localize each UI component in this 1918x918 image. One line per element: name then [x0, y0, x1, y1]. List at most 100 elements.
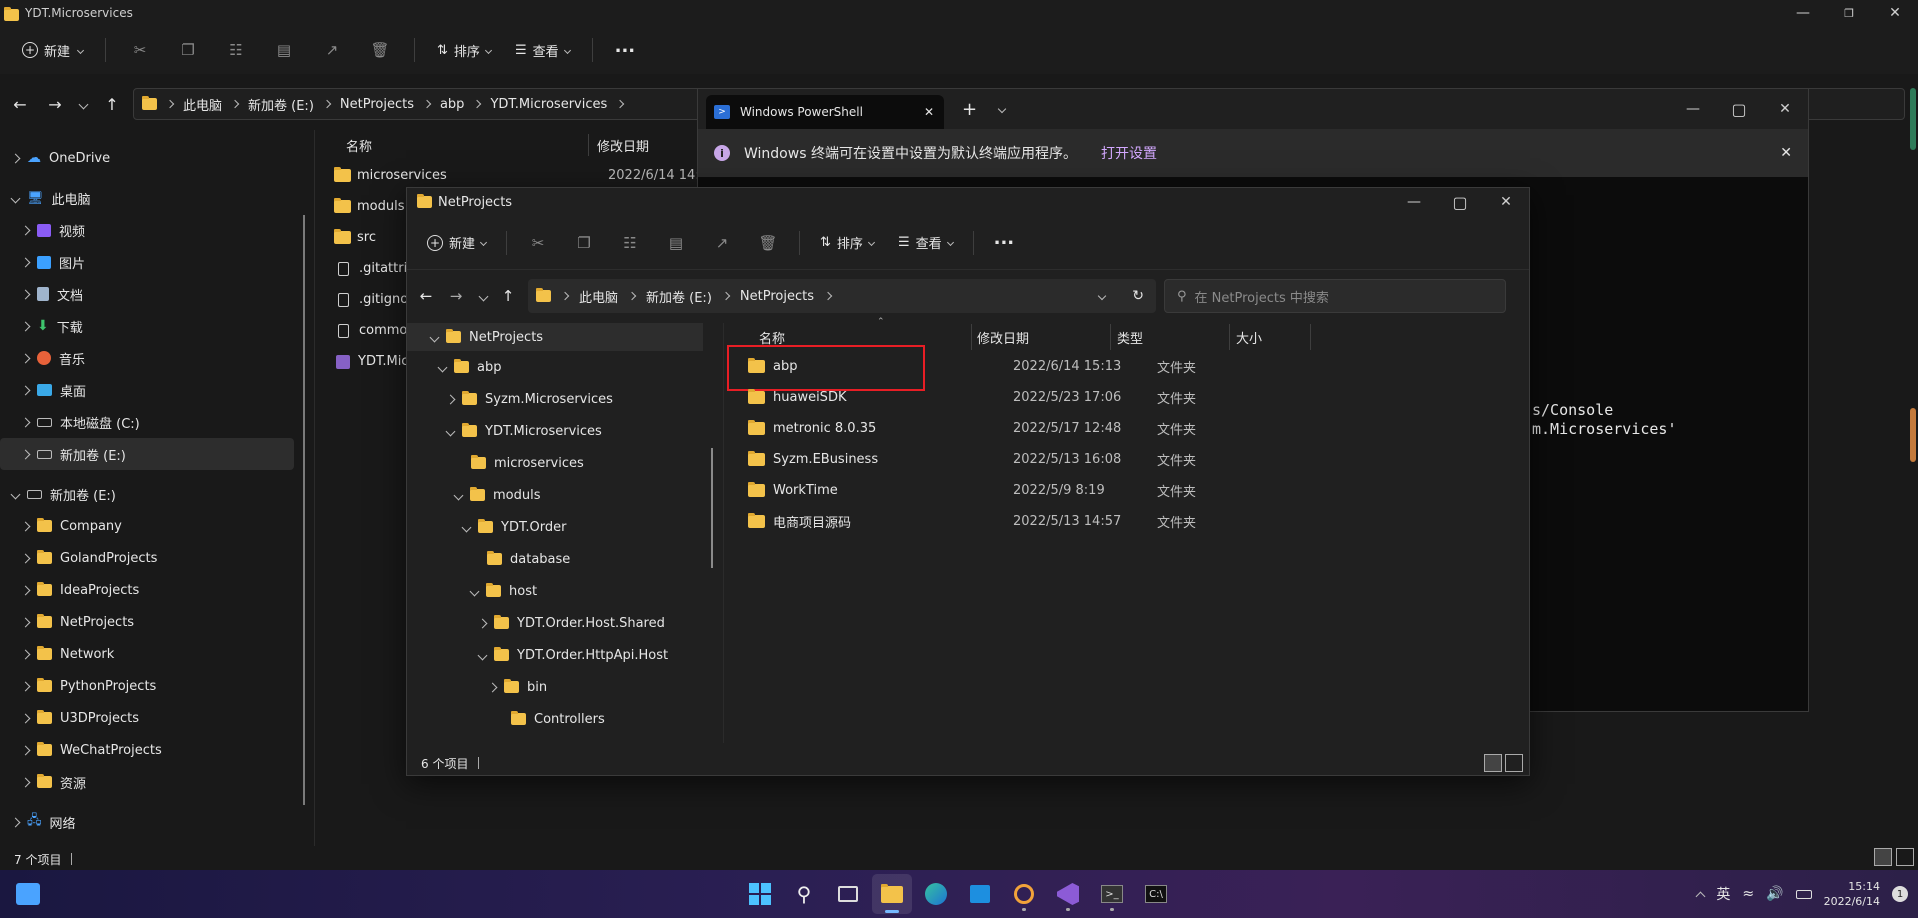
search-icon[interactable]: ⚲: [784, 874, 824, 914]
nav-item-desktop[interactable]: 桌面: [0, 374, 300, 406]
nav-item-company[interactable]: Company: [0, 510, 300, 542]
tree-item-microservices[interactable]: microservices: [407, 447, 707, 479]
tree-item-ydt-order[interactable]: YDT.Order: [407, 511, 707, 543]
more-options-button[interactable]: ...: [605, 36, 646, 57]
tab-powershell[interactable]: > Windows PowerShell ✕: [706, 95, 944, 129]
up-arrow-icon[interactable]: ↑: [97, 95, 127, 114]
new-button[interactable]: + 新建: [417, 227, 496, 259]
breadcrumb-item[interactable]: YDT.Microservices: [490, 97, 607, 112]
task-view-icon[interactable]: [828, 874, 868, 914]
cut-icon[interactable]: ✂: [131, 41, 149, 59]
show-hidden-icons[interactable]: [1695, 891, 1706, 901]
notification-badge[interactable]: 1: [1892, 886, 1908, 902]
share-icon[interactable]: ↗: [713, 234, 731, 252]
column-name[interactable]: 名称: [330, 136, 588, 155]
new-tab-button[interactable]: +: [962, 99, 977, 120]
list-item[interactable]: metronic 8.0.35 2022/5/17 12:48 文件夹: [731, 413, 1521, 444]
nav-item-network[interactable]: 🖧 网络: [0, 806, 300, 838]
nav-item-wechatprojects[interactable]: WeChatProjects: [0, 734, 300, 766]
chevron-down-icon[interactable]: [997, 104, 1007, 114]
clock[interactable]: 15:14 2022/6/14: [1824, 879, 1880, 909]
rename-icon[interactable]: ▤: [667, 234, 685, 252]
console-icon[interactable]: C:\: [1136, 874, 1176, 914]
tree-item-syzm-microservices[interactable]: Syzm.Microservices: [407, 383, 707, 415]
maximize-button[interactable]: ❐: [1826, 7, 1872, 20]
terminal-icon[interactable]: >_: [1092, 874, 1132, 914]
minimize-button[interactable]: —: [1670, 101, 1716, 117]
nav-item-this-pc[interactable]: 🖥 此电脑: [0, 182, 300, 214]
breadcrumb-item[interactable]: NetProjects: [340, 97, 414, 112]
recent-locations-icon[interactable]: [478, 291, 489, 301]
maximize-button[interactable]: ▢: [1437, 193, 1483, 212]
details-view-icon[interactable]: [1484, 754, 1502, 772]
tree-scrollbar[interactable]: [711, 448, 713, 568]
file-explorer-icon[interactable]: [872, 874, 912, 914]
details-view-icon[interactable]: [1874, 848, 1892, 866]
tree-item-abp[interactable]: abp: [407, 351, 707, 383]
tree-item-controllers[interactable]: Controllers: [407, 703, 707, 735]
copy-icon[interactable]: ❐: [575, 234, 593, 252]
delete-icon[interactable]: 🗑: [759, 234, 778, 252]
column-modified[interactable]: 修改日期: [589, 136, 649, 155]
tree-item-netprojects[interactable]: NetProjects: [407, 323, 703, 351]
nav-item-network-folder[interactable]: Network: [0, 638, 300, 670]
nav-item-videos[interactable]: 视频: [0, 214, 300, 246]
tree-item-bin[interactable]: bin: [407, 671, 707, 703]
start-icon[interactable]: [740, 874, 780, 914]
edge-icon[interactable]: [916, 874, 956, 914]
forward-arrow-icon[interactable]: →: [40, 95, 70, 114]
nav-pane-scrollbar[interactable]: [303, 215, 305, 805]
tree-item-moduls[interactable]: moduls: [407, 479, 707, 511]
breadcrumb-item[interactable]: 此电脑: [579, 287, 618, 306]
recent-locations-icon[interactable]: [78, 99, 89, 109]
share-icon[interactable]: ↗: [323, 41, 341, 59]
list-item[interactable]: WorkTime 2022/5/9 8:19 文件夹: [731, 475, 1521, 506]
breadcrumb-item[interactable]: 新加卷 (E:): [248, 95, 314, 114]
tree-item-ydt-microservices[interactable]: YDT.Microservices: [407, 415, 707, 447]
search-box[interactable]: ⚲ 在 NetProjects 中搜索: [1164, 279, 1506, 313]
tree-item-host[interactable]: host: [407, 575, 707, 607]
view-button[interactable]: ☰ 查看: [505, 34, 580, 66]
list-item[interactable]: abp 2022/6/14 15:13 文件夹: [727, 345, 1521, 391]
input-method-indicator[interactable]: 英: [1716, 884, 1730, 904]
sort-button[interactable]: ⇅ 排序: [810, 227, 884, 259]
nav-item-golandprojects[interactable]: GolandProjects: [0, 542, 300, 574]
store-icon[interactable]: [960, 874, 1000, 914]
nav-item-u3dprojects[interactable]: U3DProjects: [0, 702, 300, 734]
wifi-icon[interactable]: ≈: [1742, 886, 1754, 902]
address-bar[interactable]: 此电脑 新加卷 (E:) NetProjects ↻: [528, 279, 1156, 313]
volume-icon[interactable]: 🔊: [1766, 886, 1783, 902]
tiles-view-icon[interactable]: [1505, 754, 1523, 772]
tree-item-host-shared[interactable]: YDT.Order.Host.Shared: [407, 607, 707, 639]
close-button[interactable]: ✕: [1483, 194, 1529, 210]
tree-item-httpapi-host[interactable]: YDT.Order.HttpApi.Host: [407, 639, 707, 671]
refresh-icon[interactable]: ↻: [1132, 288, 1144, 304]
cut-icon[interactable]: ✂: [529, 234, 547, 252]
paste-icon[interactable]: ☷: [621, 234, 639, 252]
paste-icon[interactable]: ☷: [227, 41, 245, 59]
close-button[interactable]: ✕: [1872, 5, 1918, 21]
tree-item-database[interactable]: database: [407, 543, 707, 575]
copy-icon[interactable]: ❐: [179, 41, 197, 59]
column-size[interactable]: 大小: [1230, 328, 1310, 347]
visual-studio-icon[interactable]: [1048, 874, 1088, 914]
nav-item-drive-c[interactable]: 本地磁盘 (C:): [0, 406, 300, 438]
window-scrollbar-thumb[interactable]: [1910, 408, 1916, 462]
column-type[interactable]: 类型: [1111, 328, 1229, 347]
battery-icon[interactable]: [1795, 889, 1812, 899]
view-button[interactable]: ☰ 查看: [888, 227, 963, 259]
sort-button[interactable]: ⇅ 排序: [427, 34, 501, 66]
column-modified[interactable]: 修改日期: [972, 328, 1110, 347]
nav-item-pythonprojects[interactable]: PythonProjects: [0, 670, 300, 702]
minimize-button[interactable]: —: [1391, 194, 1437, 210]
list-item[interactable]: Syzm.EBusiness 2022/5/13 16:08 文件夹: [731, 444, 1521, 475]
delete-icon[interactable]: 🗑: [371, 41, 390, 59]
minimize-button[interactable]: —: [1780, 5, 1826, 21]
nav-item-resources[interactable]: 资源: [0, 766, 300, 798]
close-info-icon[interactable]: ✕: [1780, 145, 1792, 161]
more-options-button[interactable]: ...: [984, 228, 1025, 249]
forward-arrow-icon[interactable]: →: [441, 287, 471, 305]
nav-item-pictures[interactable]: 图片: [0, 246, 300, 278]
back-arrow-icon[interactable]: ←: [411, 287, 441, 305]
open-settings-link[interactable]: 打开设置: [1101, 143, 1157, 163]
